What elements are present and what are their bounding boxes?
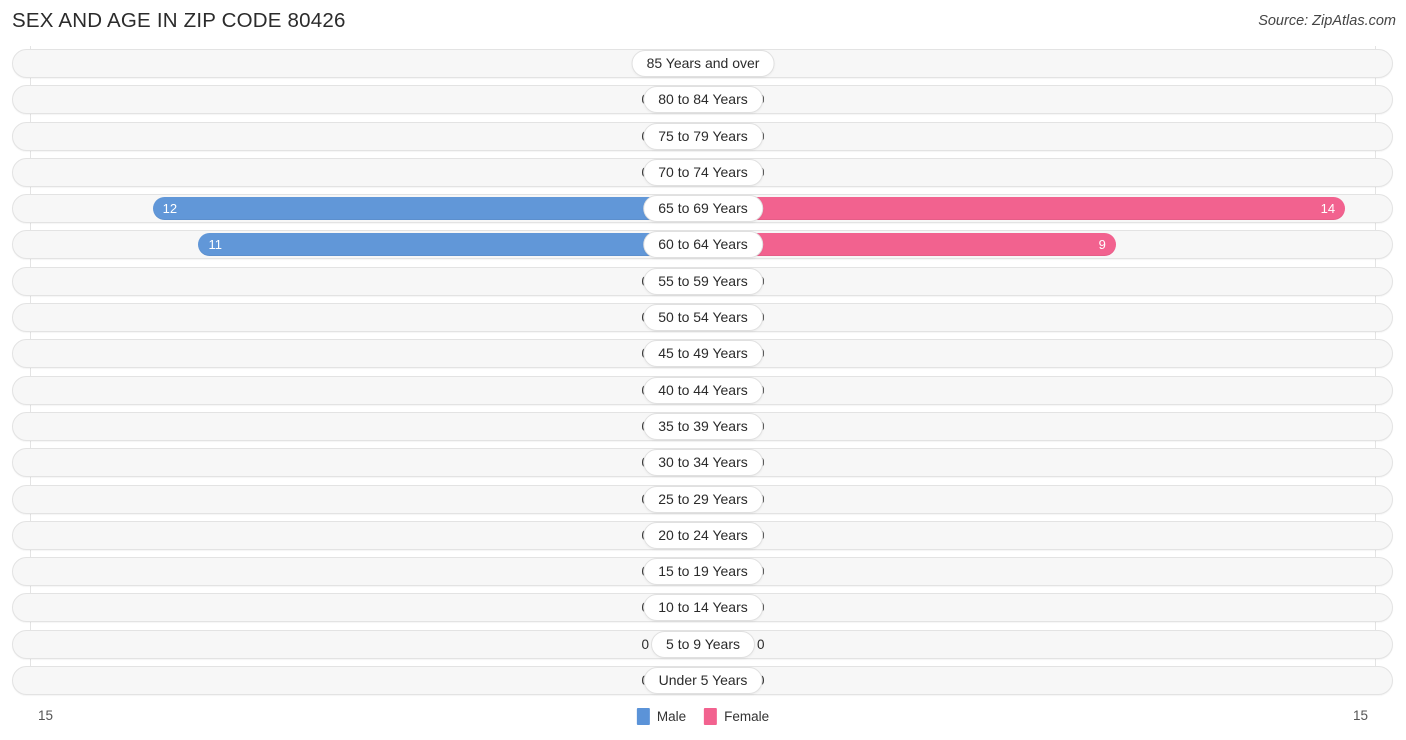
category-label: 80 to 84 Years [643,86,763,114]
chart-row[interactable]: 0 05 to 9 Years [0,627,1406,663]
source-attribution: Source: ZipAtlas.com [1258,13,1396,29]
category-label: 5 to 9 Years [651,630,755,658]
page-title: SEX AND AGE IN ZIP CODE 80426 [12,9,346,32]
axis-max-label: 15 [1352,708,1368,723]
male-bar[interactable]: 12 [152,197,703,221]
male-bar[interactable]: 11 [198,233,703,257]
category-label: 55 to 59 Years [643,267,763,295]
chart-rows: 0085 Years and over0080 to 84 Years0075 … [0,46,1406,699]
category-label: 40 to 44 Years [643,376,763,404]
category-label: 35 to 39 Years [643,412,763,440]
female-value-label: 9 [1098,237,1106,253]
chart-row[interactable]: 0035 to 39 Years [0,409,1406,445]
chart-legend: Male Female [636,708,769,725]
chart-row[interactable]: 12 14 65 to 69 Years [0,191,1406,227]
chart-row[interactable]: 11 9 60 to 64 Years [0,227,1406,263]
population-pyramid-chart: 0085 Years and over0080 to 84 Years0075 … [0,46,1406,703]
category-label: 65 to 69 Years [643,195,763,223]
female-value-label: 0 [757,636,765,652]
chart-header: SEX AND AGE IN ZIP CODE 80426 Source: Zi… [0,0,1406,46]
chart-row[interactable]: 0055 to 59 Years [0,264,1406,300]
chart-row[interactable]: 0025 to 29 Years [0,482,1406,518]
chart-row[interactable]: 0080 to 84 Years [0,82,1406,118]
chart-footer: 15 15 Male Female [0,703,1406,740]
chart-row[interactable]: 0015 to 19 Years [0,554,1406,590]
chart-row[interactable]: 0050 to 54 Years [0,300,1406,336]
chart-row[interactable]: 0040 to 44 Years [0,373,1406,409]
chart-row[interactable]: 0020 to 24 Years [0,518,1406,554]
category-label: 45 to 49 Years [643,340,763,368]
chart-row[interactable]: 0075 to 79 Years [0,119,1406,155]
chart-row[interactable]: 0030 to 34 Years [0,445,1406,481]
female-swatch-icon [704,708,718,725]
chart-row[interactable]: 0085 Years and over [0,46,1406,82]
male-value-label: 12 [162,201,178,217]
male-value-label: 11 [208,237,222,253]
category-label: Under 5 Years [643,667,763,695]
chart-row[interactable]: 0070 to 74 Years [0,155,1406,191]
female-value-label: 14 [1320,201,1336,217]
category-label: 20 to 24 Years [643,521,763,549]
category-label: 25 to 29 Years [643,485,763,513]
category-label: 60 to 64 Years [643,231,763,259]
legend-label-female: Female [724,709,770,724]
category-label: 30 to 34 Years [643,449,763,477]
legend-item-male[interactable]: Male [636,708,687,725]
category-label: 50 to 54 Years [643,304,763,332]
legend-label-male: Male [656,709,687,724]
category-label: 75 to 79 Years [643,122,763,150]
female-bar[interactable]: 9 [703,233,1116,257]
chart-row[interactable]: 0045 to 49 Years [0,336,1406,372]
legend-item-female[interactable]: Female [704,708,769,725]
axis-min-label: 15 [38,708,54,723]
category-label: 15 to 19 Years [643,558,763,586]
chart-row[interactable]: 00Under 5 Years [0,663,1406,699]
category-label: 85 Years and over [631,50,775,77]
female-bar[interactable]: 14 [703,197,1346,221]
category-label: 70 to 74 Years [643,158,763,186]
chart-row[interactable]: 0010 to 14 Years [0,590,1406,626]
category-label: 10 to 14 Years [643,594,763,622]
male-swatch-icon [636,708,650,725]
male-value-label: 0 [641,636,649,652]
